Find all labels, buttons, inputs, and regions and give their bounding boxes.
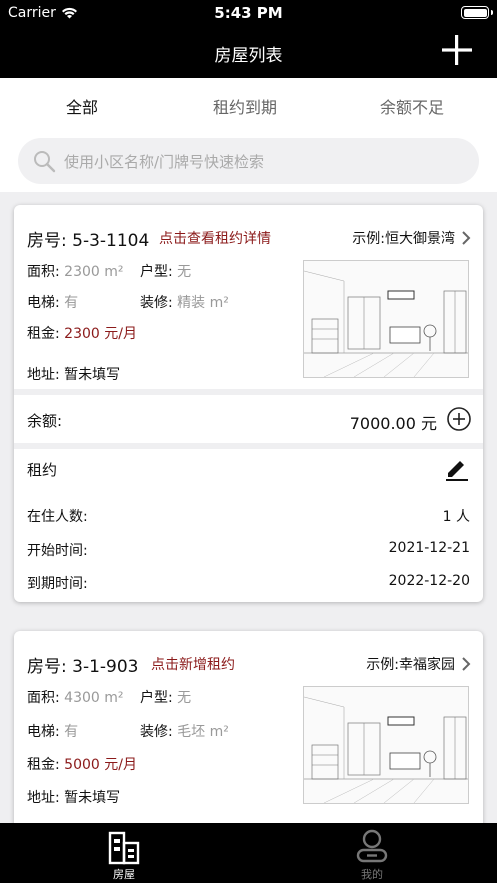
room-image (303, 686, 469, 804)
tab-low-balance[interactable]: 余额不足 (380, 94, 444, 118)
page-title: 房屋列表 (214, 46, 283, 66)
occupants-value: 1 人 (442, 509, 470, 525)
layout-row: 户型: 无 (140, 687, 191, 707)
edit-lease-button[interactable] (444, 455, 470, 481)
elevator-row: 电梯: 有 (27, 292, 78, 312)
address-row: 地址: 暂未填写 (27, 787, 120, 807)
add-balance-button[interactable] (447, 407, 471, 431)
tab-mine-label: 我的 (361, 868, 383, 881)
layout-label: 户型: (140, 264, 173, 280)
decoration-value: 毛坯 m² (177, 724, 229, 740)
rent-value: 2300 元/月 (64, 326, 137, 342)
start-date-label: 开始时间: (27, 543, 88, 559)
community-link[interactable]: 示例:幸福家园 (366, 654, 471, 674)
view-lease-link[interactable]: 点击查看租约详情 (159, 228, 271, 248)
rent-label: 租金: (27, 326, 60, 342)
area-label: 面积: (27, 690, 60, 706)
tab-mine[interactable]: 我的 (312, 823, 432, 883)
balance-value: 7000.00 元 (349, 414, 437, 433)
layout-label: 户型: (140, 690, 173, 706)
house-card[interactable]: 房号: 3-1-903 点击新增租约 示例:幸福家园 面积: 4300 m² 户… (14, 631, 483, 831)
elevator-label: 电梯: (27, 295, 60, 311)
tab-houses-label: 房屋 (113, 868, 135, 881)
search-area: 使用小区名称/门牌号快速检索 (0, 130, 497, 192)
balance-label: 余额: (27, 412, 63, 430)
user-icon (356, 829, 388, 863)
address-label: 地址: (27, 790, 60, 806)
end-date-label: 到期时间: (27, 576, 88, 592)
filter-tabs: 全部 租约到期 余额不足 (0, 78, 497, 130)
divider (14, 443, 483, 449)
layout-value: 无 (177, 690, 192, 706)
layout-value: 无 (177, 264, 192, 280)
tab-houses[interactable]: 房屋 (64, 823, 184, 883)
start-date-value: 2021-12-21 (388, 540, 470, 556)
elevator-row: 电梯: 有 (27, 721, 78, 741)
community-link[interactable]: 示例:恒大御景湾 (352, 228, 471, 248)
house-number: 房号: 5-3-1104 (27, 231, 150, 251)
area-row: 面积: 2300 m² (27, 261, 124, 281)
area-row: 面积: 4300 m² (27, 687, 124, 707)
decoration-label: 装修: (140, 295, 173, 311)
bottom-tab-bar: 房屋 我的 (0, 823, 497, 883)
search-input[interactable]: 使用小区名称/门牌号快速检索 (18, 138, 479, 184)
add-lease-link[interactable]: 点击新增租约 (151, 654, 235, 674)
add-house-button[interactable] (441, 34, 473, 66)
elevator-value: 有 (64, 724, 79, 740)
search-placeholder: 使用小区名称/门牌号快速检索 (64, 152, 265, 171)
end-date-value: 2022-12-20 (388, 573, 470, 589)
area-label: 面积: (27, 264, 60, 280)
address-value: 暂未填写 (64, 790, 121, 806)
rent-row: 租金: 5000 元/月 (27, 754, 137, 774)
occupants-label: 在住人数: (27, 509, 88, 525)
decoration-row: 装修: 毛坯 m² (140, 721, 229, 741)
room-image (303, 260, 469, 378)
rent-value: 5000 元/月 (64, 757, 137, 773)
lease-title: 租约 (27, 461, 58, 479)
address-value: 暂未填写 (64, 367, 121, 383)
house-card[interactable]: 房号: 5-3-1104 点击查看租约详情 示例:恒大御景湾 面积: 2300 … (14, 205, 483, 602)
battery-icon (461, 6, 493, 19)
tab-all[interactable]: 全部 (66, 94, 98, 118)
area-value: 4300 m² (64, 690, 124, 706)
house-number: 房号: 3-1-903 (27, 657, 139, 677)
clock: 5:43 PM (214, 4, 283, 22)
status-bar: Carrier 5:43 PM (0, 0, 497, 26)
rent-row: 租金: 2300 元/月 (27, 323, 137, 343)
top-bar: Carrier 5:43 PM 房屋列表 (0, 0, 497, 78)
balance-row: 余额: 7000.00 元 (14, 395, 483, 443)
tab-lease-expiring[interactable]: 租约到期 (213, 94, 277, 118)
search-icon (34, 151, 56, 173)
elevator-label: 电梯: (27, 724, 60, 740)
decoration-row: 装修: 精装 m² (140, 292, 229, 312)
decoration-value: 精装 m² (177, 295, 229, 311)
building-icon (108, 831, 140, 865)
rent-label: 租金: (27, 757, 60, 773)
community-name: 示例:幸福家园 (366, 657, 455, 673)
chevron-right-icon (462, 657, 471, 671)
layout-row: 户型: 无 (140, 261, 191, 281)
area-value: 2300 m² (64, 264, 124, 280)
address-label: 地址: (27, 367, 60, 383)
chevron-right-icon (462, 231, 471, 245)
elevator-value: 有 (64, 295, 79, 311)
decoration-label: 装修: (140, 724, 173, 740)
community-name: 示例:恒大御景湾 (352, 231, 455, 247)
address-row: 地址: 暂未填写 (27, 364, 120, 384)
